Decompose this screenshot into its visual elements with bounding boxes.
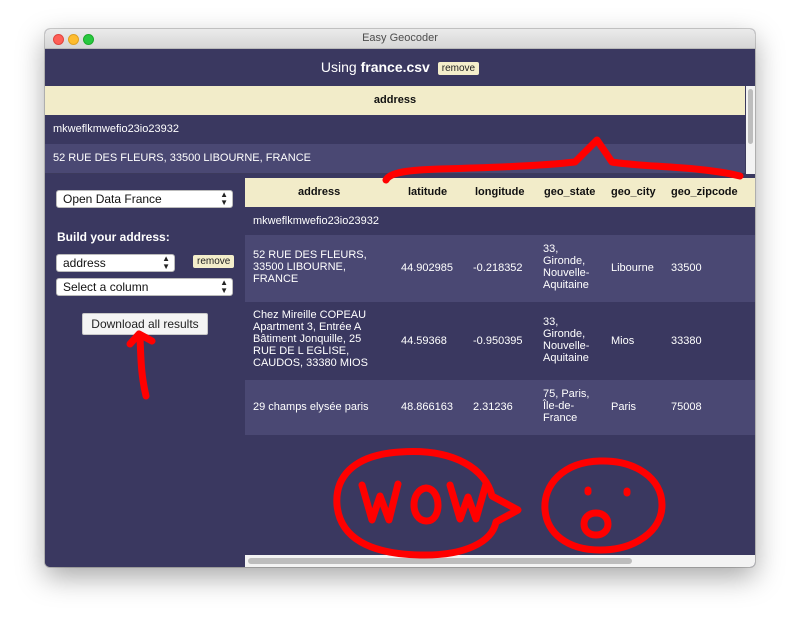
table-row: Chez Mireille COPEAU Apartment 3, Entrée… — [245, 302, 755, 380]
add-column-value: Select a column — [63, 280, 149, 294]
cell-address: 29 champs elysée paris — [253, 401, 369, 413]
column-header-geo-city: geo_city — [611, 186, 656, 198]
horizontal-scrollbar[interactable] — [245, 555, 755, 567]
sidebar: Open Data France ▲ ▼ Build your address: … — [45, 174, 245, 567]
cell-address: 52 RUE DES FLEURS, 33500 LIBOURNE, FRANC… — [253, 249, 367, 285]
build-address-label: Build your address: — [57, 230, 170, 244]
geocoder-source-value: Open Data France — [63, 192, 162, 206]
using-file-line: Using france.csv remove — [45, 59, 755, 75]
cell-address: mkweflkmwefio23io23932 — [253, 215, 379, 227]
column-header-address: address — [298, 186, 341, 198]
title-bar: Easy Geocoder — [45, 29, 755, 49]
address-column-select[interactable]: address ▲ ▼ — [56, 254, 175, 272]
select-arrows-icon: ▲ ▼ — [220, 190, 228, 207]
cell-longitude: 2.31236 — [473, 401, 513, 413]
horizontal-scrollbar-thumb[interactable] — [248, 558, 632, 564]
remove-file-button[interactable]: remove — [437, 61, 480, 75]
file-header: Using france.csv remove — [45, 49, 755, 86]
file-name: france.csv — [360, 59, 430, 75]
column-header-geo-zipcode: geo_zipcode — [671, 186, 738, 198]
cell-geo-state: 33, Gironde, Nouvelle-Aquitaine — [543, 316, 590, 364]
cell-geo-zipcode: 33380 — [671, 335, 702, 347]
cell-geo-city: Paris — [611, 401, 637, 413]
column-header-longitude: longitude — [475, 186, 525, 198]
cell-geo-state: 33, Gironde, Nouvelle-Aquitaine — [543, 243, 590, 291]
add-column-select[interactable]: Select a column ▲ ▼ — [56, 278, 233, 296]
remove-column-button[interactable]: remove — [193, 255, 235, 268]
cell-latitude: 48.866163 — [401, 401, 453, 413]
input-row: mkweflkmwefio23io23932 — [45, 115, 745, 144]
results-table: address latitude longitude geo_state geo… — [245, 174, 755, 567]
app-window: Easy Geocoder Using france.csv remove ad… — [45, 29, 755, 567]
vertical-scrollbar[interactable] — [746, 86, 755, 174]
table-row: 52 RUE DES FLEURS, 33500 LIBOURNE, FRANC… — [245, 235, 755, 302]
input-preview-table: address mkweflkmwefio23io23932 52 RUE DE… — [45, 86, 745, 173]
column-header-geo-state: geo_state — [544, 186, 596, 198]
geocoder-source-select[interactable]: Open Data France ▲ ▼ — [56, 190, 233, 208]
results-header-row: address latitude longitude geo_state geo… — [245, 178, 755, 207]
cell-geo-zipcode: 75008 — [671, 401, 702, 413]
column-header-latitude: latitude — [408, 186, 448, 198]
cell-geo-state: 75, Paris, Île-de-France — [543, 388, 590, 424]
cell-address: Chez Mireille COPEAU Apartment 3, Entrée… — [253, 309, 368, 369]
table-row: 29 champs elysée paris 48.866163 2.31236… — [245, 380, 755, 435]
download-all-results-button[interactable]: Download all results — [82, 313, 208, 335]
cell-longitude: -0.218352 — [473, 262, 523, 274]
input-row: 52 RUE DES FLEURS, 33500 LIBOURNE, FRANC… — [45, 144, 745, 173]
using-prefix: Using — [320, 59, 357, 75]
cell-latitude: 44.59368 — [401, 335, 447, 347]
cell-latitude: 44.902985 — [401, 262, 453, 274]
cell-geo-zipcode: 33500 — [671, 262, 702, 274]
address-column-value: address — [63, 256, 106, 270]
select-arrows-icon: ▲ ▼ — [220, 278, 228, 295]
table-row: mkweflkmwefio23io23932 — [245, 207, 755, 235]
select-arrows-icon: ▲ ▼ — [162, 254, 170, 271]
input-column-header: address — [45, 86, 745, 115]
vertical-scrollbar-thumb[interactable] — [748, 89, 753, 144]
cell-geo-city: Libourne — [611, 262, 654, 274]
cell-longitude: -0.950395 — [473, 335, 523, 347]
cell-geo-city: Mios — [611, 335, 635, 347]
window-title: Easy Geocoder — [362, 32, 438, 44]
